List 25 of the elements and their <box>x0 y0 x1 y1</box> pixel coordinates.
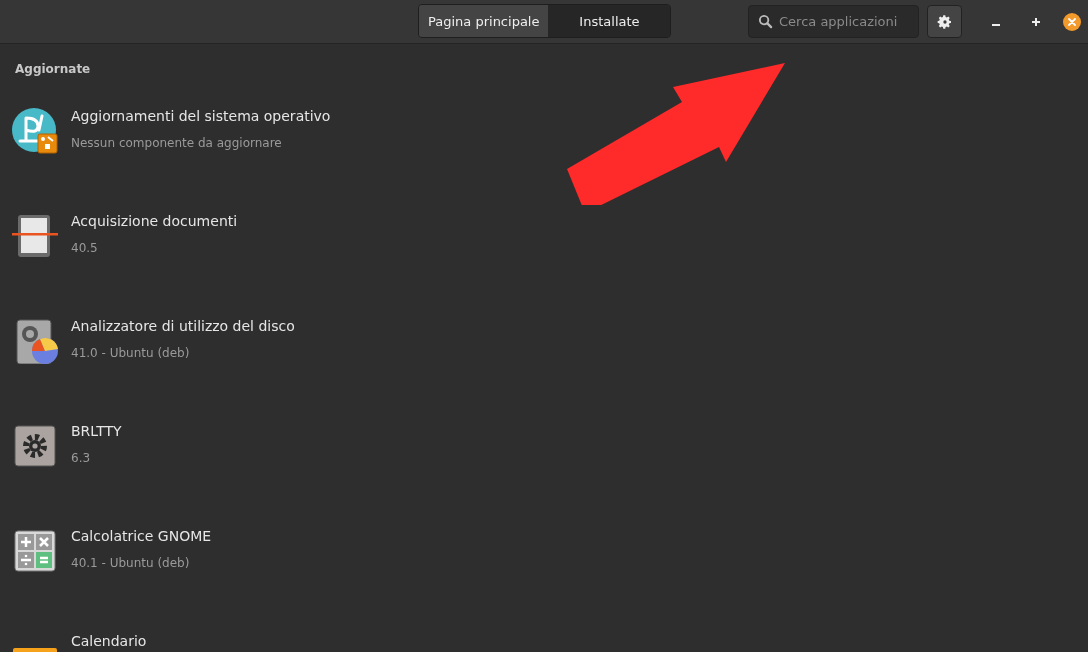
settings-icon <box>936 13 953 30</box>
app-name: Acquisizione documenti <box>71 212 238 231</box>
maximize-icon[interactable] <box>1030 15 1042 28</box>
gear-icon <box>12 423 58 469</box>
search-field[interactable]: Cerca applicazioni <box>748 5 919 38</box>
search-input[interactable]: Cerca applicazioni <box>779 14 914 29</box>
close-icon[interactable] <box>1063 12 1081 31</box>
app-name: Analizzatore di utilizzo del disco <box>71 317 295 336</box>
app-version: Nessun componente da aggiornare <box>71 135 283 152</box>
scanner-icon <box>12 213 58 259</box>
settings-button[interactable] <box>927 5 962 38</box>
app-version: 40.1 - Ubuntu (deb) <box>71 555 191 572</box>
app-name: Calendario <box>71 632 147 651</box>
calculator-icon <box>12 528 58 574</box>
app-version: 40.5 <box>71 240 99 257</box>
section-heading: Aggiornate <box>14 61 92 77</box>
view-tab[interactable]: Installate <box>548 5 671 37</box>
app-name: Calcolatrice GNOME <box>71 527 212 546</box>
app-version: 6.3 <box>71 450 92 467</box>
app-icon <box>12 108 58 154</box>
app-name: Aggiornamenti del sistema operativo <box>71 107 331 126</box>
app-name: BRLTTY <box>71 422 122 441</box>
app-version: 41.0 - Ubuntu (deb) <box>71 345 191 362</box>
view-tab[interactable]: Pagina principale <box>419 5 549 37</box>
search-icon <box>758 14 773 29</box>
